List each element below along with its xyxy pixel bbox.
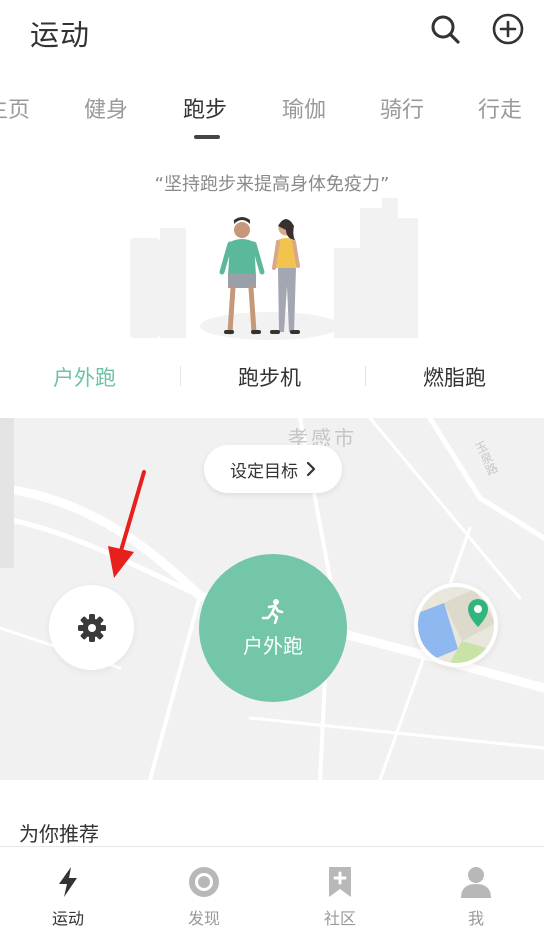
nav-sports[interactable]: 运动 — [0, 847, 136, 932]
runner-icon — [261, 598, 284, 624]
map-location-icon — [414, 583, 498, 667]
running-page: 运动 主页 健身 跑步 瑜伽 骑行 行走 “坚持跑步来提高身体免疫力” — [0, 0, 544, 932]
recommend-title: 为你推荐 — [19, 822, 99, 846]
set-goal-label: 设定目标 — [230, 461, 298, 482]
nav-discover-label: 发现 — [187, 909, 220, 928]
nav-community[interactable]: 社区 — [272, 847, 408, 932]
tab-running[interactable]: 跑步 — [183, 92, 227, 124]
tab-walking[interactable]: 行走 — [478, 92, 522, 124]
recommend-section: 为你推荐 — [0, 780, 544, 846]
page-title: 运动 — [30, 18, 91, 52]
app-header: 运动 — [0, 0, 544, 62]
runners-illustration — [130, 198, 418, 340]
motivation-quote: “坚持跑步来提高身体免疫力” — [154, 174, 390, 195]
annotation-arrow — [108, 470, 146, 578]
chevron-right-icon — [306, 461, 316, 477]
nav-me[interactable]: 我 — [408, 847, 544, 932]
tab-yoga[interactable]: 瑜伽 — [282, 92, 326, 124]
nav-community-label: 社区 — [323, 909, 356, 928]
category-tabs: 主页 健身 跑步 瑜伽 骑行 行走 — [0, 80, 544, 140]
mode-divider — [365, 366, 366, 386]
tab-cycling[interactable]: 骑行 — [380, 92, 424, 124]
search-icon[interactable] — [428, 12, 462, 46]
nav-me-label: 我 — [467, 909, 484, 928]
start-button-label: 户外跑 — [243, 633, 303, 658]
bottom-navigation: 运动 发现 社区 我 — [0, 846, 544, 932]
user-icon — [461, 867, 491, 898]
mode-outdoor-run[interactable]: 户外跑 — [53, 362, 116, 392]
bookmark-plus-icon — [329, 867, 351, 897]
add-circle-icon[interactable] — [491, 12, 525, 46]
run-mode-selector: 户外跑 跑步机 燃脂跑 — [0, 354, 544, 394]
location-map[interactable]: 孝感市 玉泉路 设定目标 户外跑 — [0, 418, 544, 780]
tab-fitness[interactable]: 健身 — [84, 92, 128, 124]
nav-discover[interactable]: 发现 — [136, 847, 272, 932]
run-settings-button[interactable] — [49, 585, 134, 670]
lightning-icon — [59, 867, 77, 897]
mode-divider — [180, 366, 181, 386]
discover-icon — [189, 867, 219, 897]
set-goal-button[interactable]: 设定目标 — [204, 445, 342, 493]
mode-treadmill[interactable]: 跑步机 — [238, 362, 301, 392]
mode-fat-burn-run[interactable]: 燃脂跑 — [423, 362, 486, 392]
nav-sports-label: 运动 — [51, 909, 84, 928]
active-tab-indicator — [194, 135, 220, 139]
route-map-button[interactable] — [414, 583, 498, 667]
start-outdoor-run-button[interactable]: 户外跑 — [199, 554, 347, 702]
running-hero: “坚持跑步来提高身体免疫力” 户外跑 跑步机 燃脂跑 — [0, 140, 544, 418]
gear-icon — [77, 613, 106, 642]
tab-home[interactable]: 主页 — [0, 92, 30, 124]
